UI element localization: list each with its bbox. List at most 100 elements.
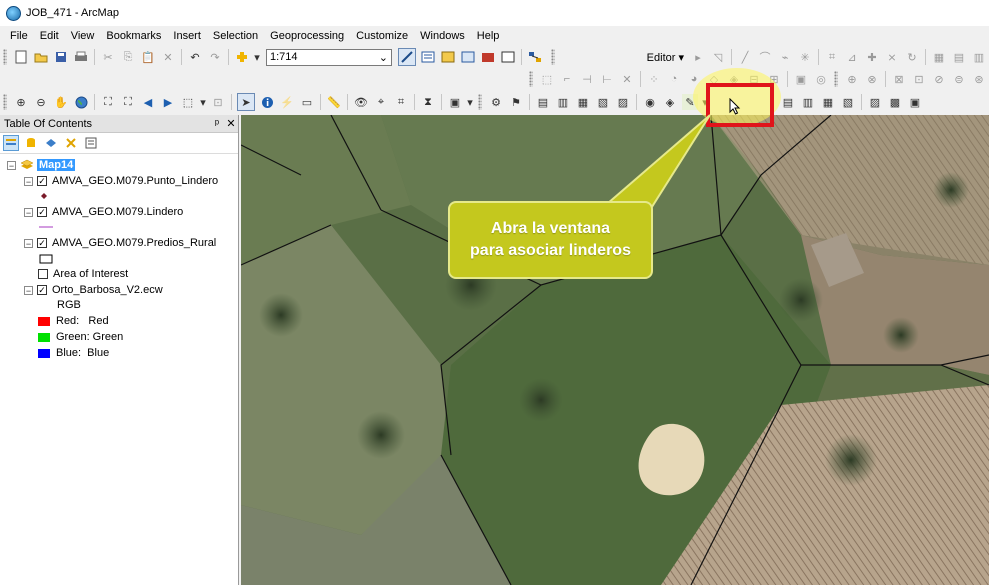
rotate-icon[interactable]: ↻: [904, 49, 920, 65]
table-of-contents-icon[interactable]: [420, 49, 436, 65]
layer-visibility-checkbox[interactable]: ✓: [37, 176, 47, 186]
map-scale-combobox[interactable]: 1:714 ⌄: [266, 48, 392, 66]
rectify-icon[interactable]: ▣: [793, 71, 809, 87]
viewer-dropdown-icon[interactable]: ▾: [467, 94, 473, 110]
toc-options-icon[interactable]: [83, 135, 99, 151]
go-back-arrow-icon[interactable]: ◀: [140, 94, 156, 110]
error-inspector-icon[interactable]: ⊘: [931, 71, 947, 87]
menu-selection[interactable]: Selection: [207, 26, 264, 46]
menu-edit[interactable]: Edit: [34, 26, 65, 46]
layout-tool-3-icon[interactable]: ▦: [820, 94, 836, 110]
list-by-drawing-order-icon[interactable]: [3, 135, 19, 151]
menu-customize[interactable]: Customize: [350, 26, 414, 46]
go-forward-arrow-icon[interactable]: ▶: [160, 94, 176, 110]
straight-segment-icon[interactable]: ╱: [737, 49, 753, 65]
layer-row-orto-barbosa[interactable]: − ✓ Orto_Barbosa_V2.ecw: [24, 283, 163, 297]
close-icon[interactable]: ✕: [224, 117, 238, 130]
find-route-icon[interactable]: ⌖: [373, 94, 389, 110]
collapse-icon[interactable]: −: [24, 238, 33, 248]
go-to-xy-icon[interactable]: ⌗: [393, 94, 409, 110]
fix-error-icon[interactable]: ⊡: [911, 71, 927, 87]
custom-tool-6-icon[interactable]: ▧: [595, 94, 611, 110]
modelbuilder-icon[interactable]: [527, 49, 543, 65]
trace-icon[interactable]: ⌁: [777, 49, 793, 65]
menu-help[interactable]: Help: [471, 26, 506, 46]
copy-icon[interactable]: ⎘: [120, 49, 136, 65]
custom-tool-4-icon[interactable]: ▥: [555, 94, 571, 110]
full-extent-globe-icon[interactable]: [73, 94, 89, 110]
toolbar-grip[interactable]: [478, 94, 482, 110]
paste-icon[interactable]: 📋: [140, 49, 156, 65]
add-data-icon[interactable]: [234, 49, 250, 65]
menu-file[interactable]: File: [0, 26, 34, 46]
data-frame-name[interactable]: Map14: [37, 159, 76, 171]
list-by-selection-icon[interactable]: [63, 135, 79, 151]
edit-annotation-icon[interactable]: ◹: [710, 49, 726, 65]
custom-tool-2-icon[interactable]: ⚑: [508, 94, 524, 110]
layer-row-predios-rural[interactable]: − ✓ AMVA_GEO.M079.Predios_Rural: [24, 236, 216, 250]
menu-windows[interactable]: Windows: [414, 26, 471, 46]
menu-geoprocessing[interactable]: Geoprocessing: [264, 26, 350, 46]
editor-menu-button[interactable]: Editor ▾: [643, 51, 688, 64]
line-intersection-icon[interactable]: ✕: [619, 71, 635, 87]
fixed-zoom-out-icon[interactable]: ⛶: [120, 94, 136, 110]
menu-insert[interactable]: Insert: [167, 26, 207, 46]
find-binoculars-icon[interactable]: 👁: [353, 94, 369, 110]
data-frame-row[interactable]: − Map14: [7, 158, 76, 172]
edit-tool-icon[interactable]: ▸: [690, 49, 706, 65]
layer-name[interactable]: AMVA_GEO.M079.Punto_Lindero: [52, 175, 218, 187]
custom-tool-9-icon[interactable]: ◈: [662, 94, 678, 110]
layer-name[interactable]: AMVA_GEO.M079.Lindero: [52, 206, 183, 218]
share-features-icon[interactable]: ⊜: [951, 71, 967, 87]
endpoint-arc-icon[interactable]: ⌒: [757, 49, 773, 65]
custom-tool-7-icon[interactable]: ▨: [615, 94, 631, 110]
open-folder-icon[interactable]: [33, 49, 49, 65]
collapse-icon[interactable]: −: [7, 160, 16, 170]
layer-name[interactable]: AMVA_GEO.M079.Predios_Rural: [52, 237, 216, 249]
topology-icon[interactable]: ⊕: [844, 71, 860, 87]
list-by-visibility-icon[interactable]: [43, 135, 59, 151]
trim-icon[interactable]: ⊢: [599, 71, 615, 87]
toolbar-grip[interactable]: [529, 71, 533, 87]
arctoolbox-icon[interactable]: [480, 49, 496, 65]
delete-icon[interactable]: ✕: [160, 49, 176, 65]
pin-icon[interactable]: ᵖ: [210, 118, 224, 130]
toolbar-grip[interactable]: [3, 49, 7, 65]
create-viewer-window-icon[interactable]: ▣: [447, 94, 463, 110]
custom-tool-3-icon[interactable]: ▤: [535, 94, 551, 110]
undo-icon[interactable]: ↶: [187, 49, 203, 65]
collapse-icon[interactable]: −: [24, 176, 33, 186]
layout-tool-6-icon[interactable]: ▩: [887, 94, 903, 110]
sketch-properties-icon[interactable]: ▤: [951, 49, 967, 65]
measure-icon[interactable]: 📏: [326, 94, 342, 110]
select-elements-arrow-icon[interactable]: ➤: [237, 93, 255, 111]
explode-icon[interactable]: ⁘: [646, 71, 662, 87]
generalize-icon[interactable]: ◔: [666, 71, 682, 87]
custom-tool-5-icon[interactable]: ▦: [575, 94, 591, 110]
python-window-icon[interactable]: [500, 49, 516, 65]
extend-icon[interactable]: ⊣: [579, 71, 595, 87]
select-features-icon[interactable]: ⬚: [180, 94, 196, 110]
layer-visibility-checkbox[interactable]: ✓: [37, 207, 47, 217]
custom-tool-1-icon[interactable]: ⚙: [488, 94, 504, 110]
reshape-icon[interactable]: ⊿: [844, 49, 860, 65]
layer-visibility-checkbox[interactable]: ✓: [37, 285, 47, 295]
layout-tool-1-icon[interactable]: ▤: [780, 94, 796, 110]
layout-tool-7-icon[interactable]: ▣: [907, 94, 923, 110]
layer-name[interactable]: Orto_Barbosa_V2.ecw: [52, 284, 163, 296]
topology-extra-icon[interactable]: ⊛: [971, 71, 987, 87]
layer-name[interactable]: Area of Interest: [53, 268, 128, 280]
attributes-icon[interactable]: ▦: [931, 49, 947, 65]
save-icon[interactable]: [53, 49, 69, 65]
select-dropdown-icon[interactable]: ▾: [200, 94, 206, 110]
toolbar-grip[interactable]: [834, 71, 838, 87]
buffer-icon[interactable]: ◎: [813, 71, 829, 87]
print-icon[interactable]: [73, 49, 89, 65]
layer-visibility-checkbox[interactable]: [38, 269, 48, 279]
create-features-icon[interactable]: ▥: [971, 49, 987, 65]
time-slider-icon[interactable]: ⧗: [420, 94, 436, 110]
html-popup-icon[interactable]: ▭: [299, 94, 315, 110]
layer-row-lindero[interactable]: − ✓ AMVA_GEO.M079.Lindero: [24, 205, 183, 219]
clear-selection-icon[interactable]: ⊡: [210, 94, 226, 110]
edit-vertices-icon[interactable]: ⌗: [824, 49, 840, 65]
